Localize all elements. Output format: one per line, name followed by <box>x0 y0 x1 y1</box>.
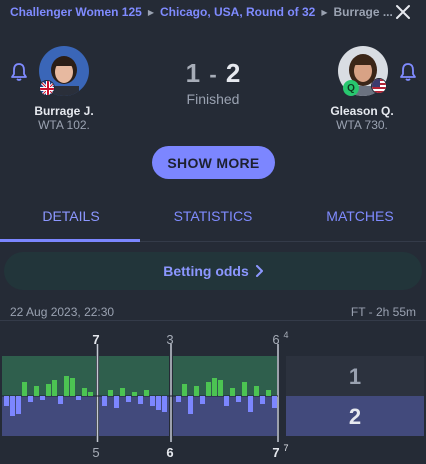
set-1-home-score: 7 <box>92 332 99 347</box>
momentum-bar <box>102 396 107 406</box>
home-score: 1 <box>185 58 201 88</box>
momentum-bar <box>176 396 181 402</box>
momentum-bar <box>150 396 155 406</box>
qualifier-badge: Q <box>343 80 359 96</box>
set-3-home-score: 6 <box>272 332 279 347</box>
momentum-bar <box>108 390 113 396</box>
summary-home-sets: 1 <box>349 364 361 389</box>
momentum-bar <box>70 378 75 396</box>
chevron-right-icon <box>255 265 263 277</box>
momentum-bar <box>248 396 253 412</box>
momentum-bar <box>82 388 87 396</box>
momentum-bar <box>260 396 265 404</box>
breadcrumb-match: Burrage ... <box>333 5 393 19</box>
momentum-bar <box>212 378 217 396</box>
tab-details[interactable]: DETAILS <box>0 208 142 224</box>
momentum-bar <box>182 384 187 396</box>
momentum-bar <box>138 396 143 404</box>
momentum-bar <box>242 382 247 396</box>
set-2-away-score: 6 <box>166 445 173 460</box>
flag-us-icon <box>371 78 387 94</box>
tab-bar: DETAILS STATISTICS MATCHES <box>0 196 426 242</box>
match-status: Finished <box>186 91 240 107</box>
momentum-bar <box>46 384 51 396</box>
tab-statistics[interactable]: STATISTICS <box>142 208 284 224</box>
momentum-bar <box>120 388 125 396</box>
set-3-away-score: 7 <box>272 445 279 460</box>
momentum-bar <box>266 390 271 396</box>
momentum-graph[interactable]: 7 3 6 4 5 6 7 7 1 2 <box>0 320 426 464</box>
set-3-away-tiebreak: 7 <box>283 443 288 453</box>
momentum-bar <box>236 396 241 402</box>
momentum-bar <box>132 392 137 396</box>
breadcrumb-tournament[interactable]: Challenger Women 125 <box>10 5 142 19</box>
away-score: 2 <box>225 58 241 88</box>
breadcrumb: Challenger Women 125 ▶ Chicago, USA, Rou… <box>0 0 426 24</box>
home-bell-icon[interactable] <box>10 62 28 82</box>
momentum-bar <box>28 396 33 402</box>
momentum-bar <box>254 386 259 396</box>
betting-odds-label: Betting odds <box>163 263 249 279</box>
summary-away-sets: 2 <box>349 404 361 429</box>
away-player-name[interactable]: Gleason Q. <box>312 104 412 118</box>
momentum-bar <box>64 376 69 396</box>
momentum-bar <box>22 382 27 396</box>
flag-gb-icon <box>39 80 55 96</box>
momentum-bar <box>16 396 21 414</box>
momentum-bar <box>162 396 167 412</box>
away-bell-icon[interactable] <box>399 62 417 82</box>
score-separator: - <box>209 62 217 87</box>
momentum-bar <box>188 396 193 414</box>
momentum-bar <box>206 382 211 396</box>
breadcrumb-separator-icon: ▶ <box>321 7 328 17</box>
momentum-bar <box>230 388 235 396</box>
momentum-bar <box>156 396 161 410</box>
momentum-bar <box>224 396 229 406</box>
set-3-home-panel <box>173 356 277 396</box>
betting-odds-button[interactable]: Betting odds <box>4 252 422 290</box>
momentum-bar <box>58 396 63 404</box>
momentum-bar <box>34 386 39 396</box>
momentum-bar <box>52 380 57 396</box>
close-icon[interactable] <box>392 1 414 23</box>
momentum-bar <box>200 396 205 404</box>
momentum-bar <box>4 396 9 406</box>
breadcrumb-round[interactable]: Chicago, USA, Round of 32 <box>160 5 315 19</box>
home-player-name[interactable]: Burrage J. <box>14 104 114 118</box>
momentum-bar <box>144 390 149 396</box>
set-3-home-tiebreak: 4 <box>283 330 288 340</box>
breadcrumb-separator-icon: ▶ <box>147 7 154 17</box>
momentum-bar <box>10 396 15 416</box>
momentum-bar <box>76 396 81 400</box>
away-player-rank: WTA 730. <box>336 118 388 132</box>
momentum-bar <box>272 396 277 408</box>
set-2-home-score: 3 <box>166 332 173 347</box>
momentum-bar <box>194 386 199 396</box>
momentum-bar <box>114 396 119 408</box>
momentum-bar <box>218 380 223 396</box>
momentum-bar <box>40 396 45 400</box>
match-score: 1 - 2 <box>163 58 263 89</box>
tab-matches[interactable]: MATCHES <box>289 208 426 224</box>
match-duration: FT - 2h 55m <box>350 305 416 319</box>
momentum-bar <box>88 392 93 396</box>
home-player-rank: WTA 102. <box>38 118 90 132</box>
set-1-away-score: 5 <box>92 445 99 460</box>
momentum-bar <box>126 396 131 402</box>
show-more-button[interactable]: SHOW MORE <box>152 146 275 179</box>
tab-active-indicator <box>0 239 140 242</box>
match-date: 22 Aug 2023, 22:30 <box>10 305 115 319</box>
